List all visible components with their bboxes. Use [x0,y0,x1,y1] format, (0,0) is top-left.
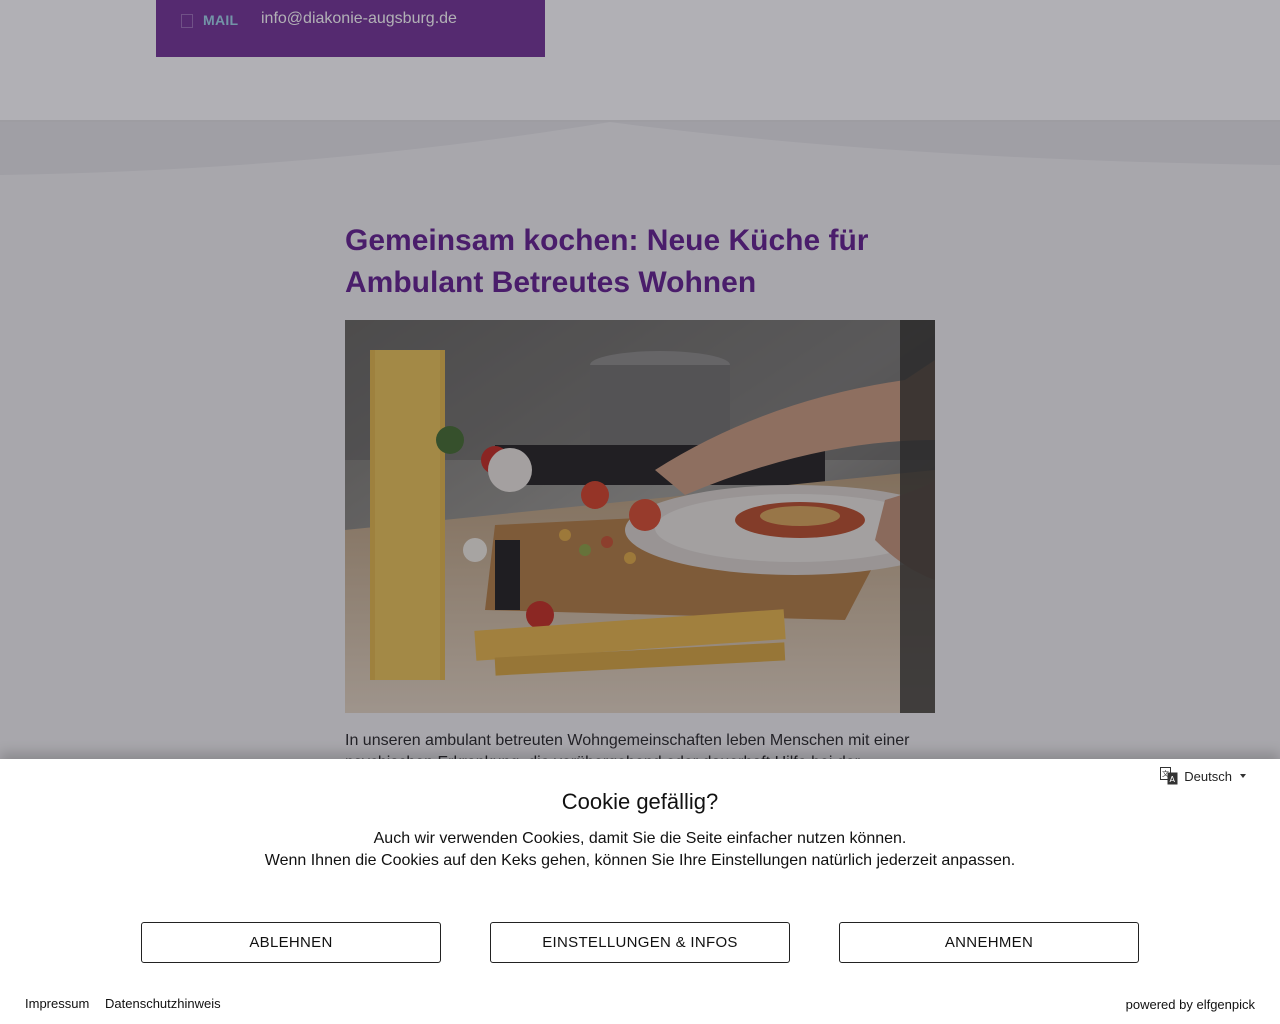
language-selector[interactable]: 文 A Deutsch [1160,767,1246,785]
svg-text:A: A [1170,775,1176,784]
accept-button[interactable]: ANNEHMEN [839,922,1139,963]
powered-by-text: powered by elfgenpick [1125,997,1255,1012]
svg-text:文: 文 [1162,769,1169,778]
translate-icon: 文 A [1160,767,1178,785]
cookie-text-line2: Wenn Ihnen die Cookies auf den Keks gehe… [264,852,1016,869]
settings-button[interactable]: EINSTELLUNGEN & INFOS [490,922,790,963]
cookie-title: Cookie gefällig? [561,789,719,814]
privacy-link[interactable]: Datenschutzhinweis [105,996,221,1011]
language-label: Deutsch [1184,768,1232,784]
decline-button[interactable]: ABLEHNEN [141,922,441,963]
cookie-banner: 文 A Deutsch Cookie gefällig? Auch wir ve… [0,759,1280,1024]
cookie-text-line1: Auch wir verwenden Cookies, damit Sie di… [373,830,907,847]
caret-down-icon [1240,774,1246,778]
imprint-link[interactable]: Impressum [25,996,89,1011]
